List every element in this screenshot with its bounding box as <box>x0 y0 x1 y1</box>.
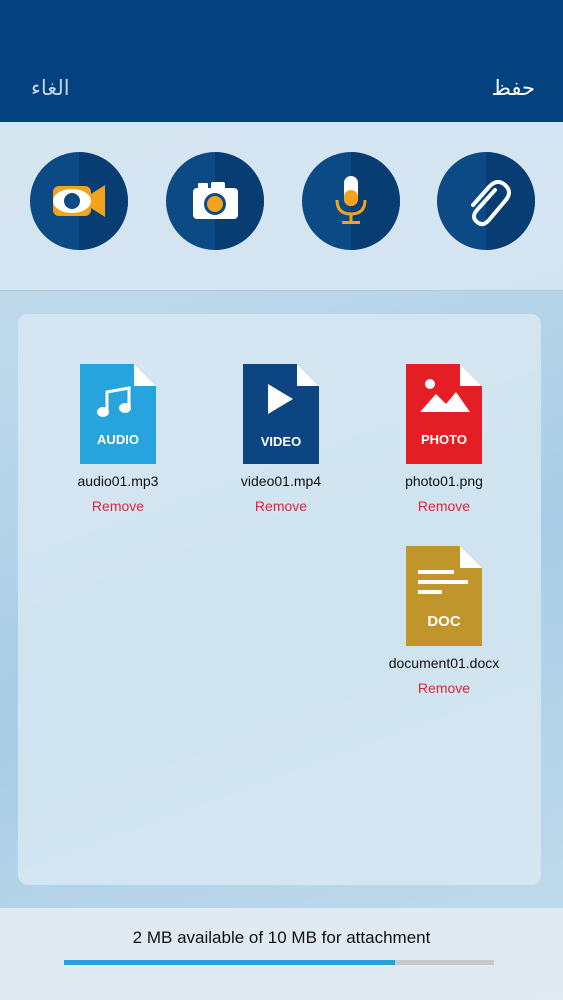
microphone-icon <box>335 176 367 224</box>
file-name: photo01.png <box>405 473 483 489</box>
attachment-item-photo: PHOTO photo01.png Remove <box>369 364 519 516</box>
file-type-label: PHOTO <box>421 432 467 447</box>
storage-progress-bar <box>64 960 494 965</box>
photo-file-icon: PHOTO <box>406 364 482 464</box>
document-file-icon: DOC <box>406 546 482 646</box>
take-photo-button[interactable] <box>166 152 264 250</box>
file-type-label: VIDEO <box>261 434 301 449</box>
attach-file-button[interactable] <box>437 152 535 250</box>
video-camera-icon <box>53 185 105 217</box>
file-type-label: DOC <box>427 613 461 630</box>
file-name: audio01.mp3 <box>77 473 159 489</box>
file-name: document01.docx <box>388 655 500 671</box>
cancel-button[interactable]: الغاء <box>31 76 70 100</box>
attachments-panel: AUDIO audio01.mp3 Remove VIDEO video01.m… <box>18 314 541 885</box>
video-file-icon: VIDEO <box>243 364 319 464</box>
audio-file-icon: AUDIO <box>80 364 156 464</box>
storage-quota-text: 2 MB available of 10 MB for attachment <box>132 928 431 947</box>
remove-button[interactable]: Remove <box>92 498 144 514</box>
record-video-button[interactable] <box>30 152 128 250</box>
camera-icon <box>193 182 238 219</box>
file-name: video01.mp4 <box>240 473 322 489</box>
storage-progress-fill <box>64 960 396 965</box>
paperclip-icon <box>471 180 511 227</box>
storage-footer: 2 MB available of 10 MB for attachment <box>0 908 563 1000</box>
file-type-label: AUDIO <box>97 432 139 447</box>
media-toolbar <box>0 122 563 291</box>
top-bar: الغاء حفظ <box>0 0 563 122</box>
attachment-item-video: VIDEO video01.mp4 Remove <box>206 364 356 516</box>
save-button[interactable]: حفظ <box>491 76 535 100</box>
remove-button[interactable]: Remove <box>255 498 307 514</box>
record-audio-button[interactable] <box>302 152 400 250</box>
remove-button[interactable]: Remove <box>418 680 470 696</box>
remove-button[interactable]: Remove <box>418 498 470 514</box>
attachment-item-document: DOC document01.docx Remove <box>369 546 519 698</box>
attachment-item-audio: AUDIO audio01.mp3 Remove <box>43 364 193 516</box>
